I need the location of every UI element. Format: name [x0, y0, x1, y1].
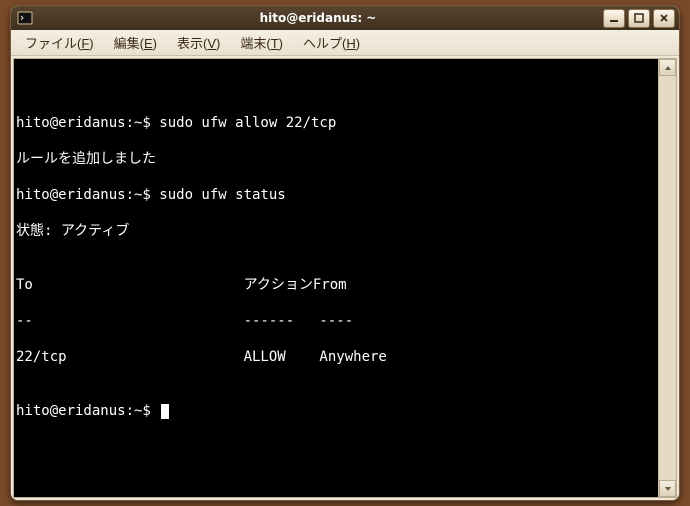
terminal-viewport[interactable]: hito@eridanus:~$ sudo ufw allow 22/tcp ル…	[14, 59, 658, 497]
menu-edit-label: 編集(	[114, 36, 144, 51]
menu-file[interactable]: ファイル(F)	[17, 31, 102, 54]
terminal-output: hito@eridanus:~$ sudo ufw allow 22/tcp ル…	[14, 96, 658, 456]
terminal-client-area: hito@eridanus:~$ sudo ufw allow 22/tcp ル…	[11, 56, 679, 500]
terminal-line: hito@eridanus:~$ sudo ufw allow 22/tcp	[16, 114, 658, 132]
terminal-frame: hito@eridanus:~$ sudo ufw allow 22/tcp ル…	[13, 58, 677, 498]
window-controls	[603, 9, 675, 28]
terminal-window: hito@eridanus: ~ ファイル(F) 編集(E) 表示(V) 端末(…	[10, 5, 680, 501]
terminal-line: 22/tcp ALLOW Anywhere	[16, 348, 658, 366]
maximize-button[interactable]	[628, 9, 650, 28]
menu-help-label: ヘルプ(	[303, 36, 346, 51]
menu-file-label: ファイル(	[25, 36, 81, 51]
scroll-down-button[interactable]	[659, 480, 676, 497]
menu-view-label: 表示(	[177, 36, 207, 51]
menu-view[interactable]: 表示(V)	[169, 31, 228, 54]
minimize-button[interactable]	[603, 9, 625, 28]
cursor-icon	[161, 404, 169, 419]
terminal-line: ルールを追加しました	[16, 150, 658, 168]
terminal-line: -- ------ ----	[16, 312, 658, 330]
menubar: ファイル(F) 編集(E) 表示(V) 端末(T) ヘルプ(H)	[11, 30, 679, 56]
close-button[interactable]	[653, 9, 675, 28]
terminal-line: To アクションFrom	[16, 276, 658, 294]
titlebar[interactable]: hito@eridanus: ~	[11, 6, 679, 30]
menu-terminal-label: 端末(	[240, 36, 270, 51]
scrollbar-track[interactable]	[659, 76, 676, 480]
terminal-line: 状態: アクティブ	[16, 222, 658, 240]
menu-help[interactable]: ヘルプ(H)	[295, 31, 368, 54]
window-title: hito@eridanus: ~	[33, 11, 603, 25]
menu-terminal[interactable]: 端末(T)	[232, 31, 291, 54]
menu-edit[interactable]: 編集(E)	[106, 31, 165, 54]
terminal-prompt-line: hito@eridanus:~$	[16, 402, 658, 420]
terminal-app-icon	[17, 10, 33, 26]
scrollbar-vertical[interactable]	[658, 59, 676, 497]
scroll-up-button[interactable]	[659, 59, 676, 76]
terminal-prompt: hito@eridanus:~$	[16, 403, 159, 419]
terminal-line: hito@eridanus:~$ sudo ufw status	[16, 186, 658, 204]
